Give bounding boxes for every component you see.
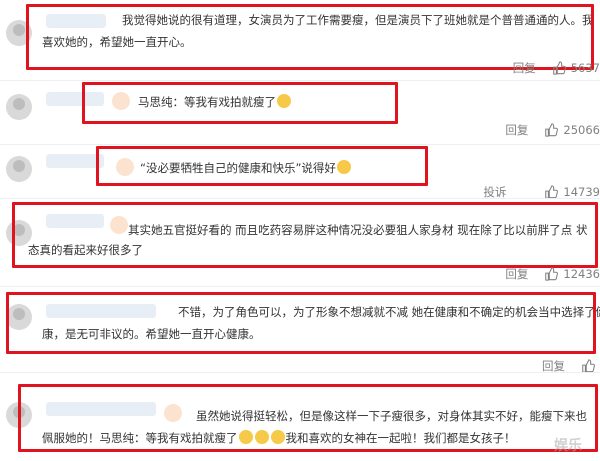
comment-actions: 回复 12436	[505, 266, 600, 282]
reply-button[interactable]: 回复	[505, 266, 528, 282]
comment-item-4: 其实她五官挺好看的 而且吃药容易胖这种情况没必要狙人家身材 现在除了比以前胖了点…	[0, 198, 600, 284]
avatar[interactable]	[6, 156, 32, 182]
thumbs-up-icon	[552, 61, 566, 75]
like-button[interactable]: 5637	[552, 61, 600, 75]
comment-item-5: 不错，为了角色可以，为了形象不想减就不减 她在健康和不确定的机会当中选择了健 康…	[0, 288, 600, 373]
like-count: 25066	[563, 123, 600, 137]
watermark: 娱乐	[554, 438, 582, 454]
divider	[0, 372, 600, 373]
like-count: 5637	[570, 61, 600, 75]
comment-actions: 回复 5637	[513, 60, 600, 76]
reply-button[interactable]: 回复	[505, 122, 528, 138]
like-button[interactable]	[581, 359, 600, 373]
reply-button[interactable]: 回复	[513, 60, 536, 76]
thumbs-up-icon	[545, 185, 559, 199]
avatar[interactable]	[6, 94, 32, 120]
divider	[0, 80, 600, 81]
highlight-box	[12, 202, 598, 268]
thumbs-up-icon	[545, 267, 559, 281]
thumbs-up-icon	[582, 359, 595, 373]
comment-item-2: 马思纯：等我有戏拍就瘦了 回复 25066	[0, 82, 600, 146]
like-button[interactable]: 12436	[544, 267, 600, 281]
highlight-box	[82, 82, 398, 124]
like-count: 14739	[563, 185, 600, 199]
highlight-box	[6, 292, 596, 354]
highlight-box	[96, 146, 428, 186]
comment-item-1: 我觉得她说的很有道理，女演员为了工作需要瘦，但是演员下了班她就是个普普通通的人。…	[0, 0, 600, 78]
divider	[0, 286, 600, 287]
like-count: 12436	[563, 267, 600, 281]
highlight-box	[18, 384, 598, 452]
comment-item-3: “没必要牺牲自己的健康和快乐”说得好 投诉 14739	[0, 144, 600, 199]
comment-actions: 回复 25066	[505, 122, 600, 138]
like-button[interactable]: 14739	[544, 185, 600, 199]
comment-item-6: 虽然她说得挺轻松，但是像这样一下子瘦很多，对身体其实不好，能瘦下来也 佩服她的！…	[0, 380, 600, 461]
like-button[interactable]: 25066	[544, 123, 600, 137]
thumbs-up-icon	[545, 123, 559, 137]
highlight-box	[26, 4, 594, 70]
